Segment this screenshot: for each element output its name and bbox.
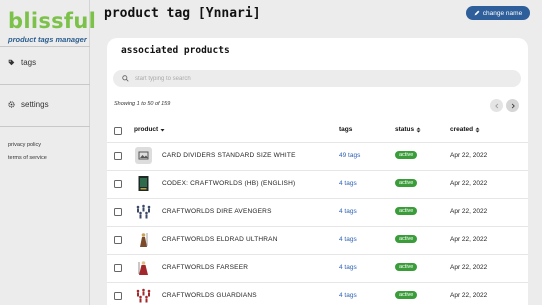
- search-bar[interactable]: [113, 70, 521, 87]
- sidebar-divider: [0, 126, 90, 127]
- chevron-right-icon: [511, 103, 515, 108]
- sidebar: blissful product tags manager tags setti…: [0, 0, 96, 305]
- product-tags-link[interactable]: 4 tags: [339, 180, 357, 187]
- product-tags-link[interactable]: 4 tags: [339, 292, 357, 299]
- status-badge: active: [395, 179, 418, 187]
- sidebar-item-label: settings: [21, 100, 49, 109]
- row-checkbox[interactable]: [114, 292, 122, 300]
- tag-icon: [8, 59, 15, 66]
- status-badge: active: [395, 291, 418, 299]
- miniatures-group-image: [135, 203, 152, 220]
- status-badge: active: [395, 235, 418, 243]
- search-input[interactable]: [135, 75, 495, 82]
- placeholder-image-icon: [135, 147, 152, 164]
- select-all-checkbox[interactable]: [114, 127, 122, 135]
- miniatures-group-image: [135, 287, 152, 304]
- product-name[interactable]: CRAFTWORLDS FARSEER: [162, 264, 248, 271]
- product-tags-link[interactable]: 4 tags: [339, 236, 357, 243]
- sort-icon: [416, 127, 421, 132]
- table-row[interactable]: CRAFTWORLDS ELDRAD ULTHRAN 4 tags active…: [107, 226, 528, 254]
- app-logo[interactable]: blissful: [8, 9, 96, 33]
- created-date: Apr 22, 2022: [450, 236, 488, 243]
- gear-icon: [8, 101, 15, 108]
- product-tags-link[interactable]: 4 tags: [339, 208, 357, 215]
- sidebar-divider: [0, 46, 90, 47]
- next-page-button[interactable]: [506, 99, 519, 112]
- table-row[interactable]: CARD DIVIDERS STANDARD SIZE WHITE 49 tag…: [107, 142, 528, 170]
- page-title: product tag [Ynnari]: [104, 6, 261, 21]
- product-name[interactable]: CRAFTWORLDS GUARDIANS: [162, 292, 257, 299]
- privacy-policy-link[interactable]: privacy policy: [8, 142, 41, 148]
- product-name[interactable]: CODEX: CRAFTWORLDS (HB) (ENGLISH): [162, 180, 295, 187]
- search-icon: [122, 75, 129, 82]
- product-tags-link[interactable]: 49 tags: [339, 152, 360, 159]
- miniature-image: [135, 231, 152, 248]
- card-title: associated products: [121, 45, 230, 56]
- sort-icon: [475, 127, 480, 132]
- book-cover-image: [135, 175, 152, 192]
- sidebar-item-tags[interactable]: tags: [8, 58, 36, 67]
- product-tags-link[interactable]: 4 tags: [339, 264, 357, 271]
- sort-down-icon: [160, 128, 165, 131]
- associated-products-card: associated products Showing 1 to 50 of 1…: [107, 38, 528, 305]
- sidebar-item-settings[interactable]: settings: [8, 100, 49, 109]
- table-row[interactable]: CRAFTWORLDS GUARDIANS 4 tags active Apr …: [107, 282, 528, 305]
- sidebar-item-label: tags: [21, 58, 37, 67]
- previous-page-button[interactable]: [490, 99, 503, 112]
- product-name[interactable]: CARD DIVIDERS STANDARD SIZE WHITE: [162, 152, 296, 159]
- change-name-button[interactable]: change name: [466, 6, 530, 20]
- created-date: Apr 22, 2022: [450, 292, 488, 299]
- created-date: Apr 22, 2022: [450, 180, 488, 187]
- created-date: Apr 22, 2022: [450, 152, 488, 159]
- status-badge: active: [395, 263, 418, 271]
- table-row[interactable]: CRAFTWORLDS DIRE AVENGERS 4 tags active …: [107, 198, 528, 226]
- miniature-image: [135, 259, 152, 276]
- row-checkbox[interactable]: [114, 264, 122, 272]
- product-name[interactable]: CRAFTWORLDS DIRE AVENGERS: [162, 208, 272, 215]
- terms-of-service-link[interactable]: terms of service: [8, 155, 47, 161]
- created-date: Apr 22, 2022: [450, 208, 488, 215]
- column-header-created[interactable]: created: [450, 126, 480, 133]
- change-name-label: change name: [482, 9, 523, 17]
- status-badge: active: [395, 151, 418, 159]
- app-subtitle: product tags manager: [8, 35, 87, 44]
- column-header-product[interactable]: product: [134, 126, 165, 133]
- table-row[interactable]: CODEX: CRAFTWORLDS (HB) (ENGLISH) 4 tags…: [107, 170, 528, 198]
- product-name[interactable]: CRAFTWORLDS ELDRAD ULTHRAN: [162, 236, 278, 243]
- table-row[interactable]: CRAFTWORLDS FARSEER 4 tags active Apr 22…: [107, 254, 528, 282]
- chevron-left-icon: [494, 103, 498, 108]
- column-header-status[interactable]: status: [395, 126, 421, 133]
- row-checkbox[interactable]: [114, 236, 122, 244]
- status-badge: active: [395, 207, 418, 215]
- column-header-tags: tags: [339, 126, 353, 133]
- created-date: Apr 22, 2022: [450, 264, 488, 271]
- sidebar-divider: [0, 84, 90, 85]
- row-checkbox[interactable]: [114, 208, 122, 216]
- row-checkbox[interactable]: [114, 180, 122, 188]
- results-count: Showing 1 to 50 of 159: [114, 101, 171, 107]
- row-checkbox[interactable]: [114, 152, 122, 160]
- pencil-icon: [474, 10, 480, 16]
